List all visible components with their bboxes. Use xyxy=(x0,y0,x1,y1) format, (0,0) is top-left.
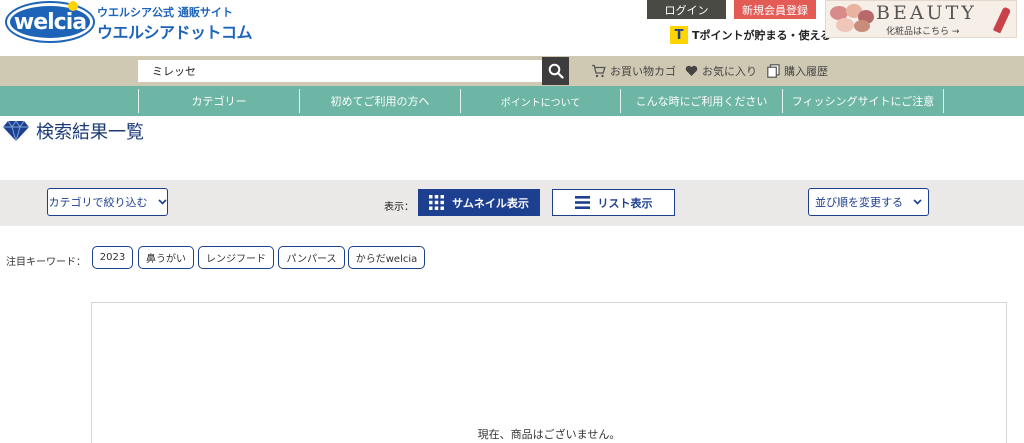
keyword-chip[interactable]: 2023 xyxy=(92,246,133,269)
favorites-link[interactable]: お気に入り xyxy=(685,63,757,79)
list-view-button[interactable]: リスト表示 xyxy=(552,189,675,216)
results-panel: 現在、商品はございません。 xyxy=(91,302,1007,443)
thumbnail-view-button[interactable]: サムネイル表示 xyxy=(418,189,540,216)
page-title: 検索結果一覧 xyxy=(36,122,144,143)
cart-link[interactable]: お買い物カゴ xyxy=(591,63,676,79)
register-button[interactable]: 新規会員登録 xyxy=(734,0,816,19)
heart-icon xyxy=(685,65,698,76)
tpoint-link[interactable]: T Tポイントが貯まる・使える xyxy=(670,26,831,44)
nav-item-phishing[interactable]: フィッシングサイトにご注意 xyxy=(782,89,943,113)
beauty-subtitle: 化粧品はこちら → xyxy=(886,27,960,37)
search-bar: お買い物カゴ お気に入り 購入履歴 xyxy=(0,56,1024,86)
keyword-chip[interactable]: 鼻うがい xyxy=(138,246,194,269)
nav-item-points[interactable]: ポイントについて xyxy=(460,89,620,113)
logo-text: welcia xyxy=(13,9,87,35)
list-icon xyxy=(574,196,590,209)
search-input[interactable] xyxy=(138,60,542,82)
history-label: 購入履歴 xyxy=(784,65,828,78)
site-name[interactable]: ウエルシアドットコム xyxy=(97,19,253,43)
purchase-history-link[interactable]: 購入履歴 xyxy=(767,63,828,79)
nav-divider xyxy=(943,89,944,113)
display-label: 表示： xyxy=(384,202,414,213)
lipstick-icon xyxy=(992,6,1012,34)
search-button[interactable] xyxy=(542,57,569,85)
category-filter-label: カテゴリで絞り込む xyxy=(48,196,148,209)
sort-label: 並び順を変更する xyxy=(815,196,903,209)
site-tagline: ウエルシア公式 通販サイト xyxy=(97,6,233,19)
beauty-banner[interactable]: BEAUTY 化粧品はこちら → xyxy=(825,0,1017,38)
keyword-chip[interactable]: レンジフード xyxy=(198,246,274,269)
tpoint-icon: T xyxy=(670,26,688,44)
login-button[interactable]: ログイン xyxy=(647,0,726,19)
cosmetics-palette-icon xyxy=(830,4,876,34)
cart-icon xyxy=(592,64,606,78)
no-results-message: 現在、商品はございません。 xyxy=(477,428,621,441)
nav-item-first-time[interactable]: 初めてご利用の方へ xyxy=(299,89,460,113)
keyword-chip[interactable]: からだwelcia xyxy=(348,246,425,269)
main-nav: カテゴリー 初めてご利用の方へ ポイントについて こんな時にご利用ください フィ… xyxy=(0,86,1024,116)
search-icon xyxy=(548,63,564,79)
page-title-block: 検索結果一覧 xyxy=(2,118,144,144)
category-filter-select[interactable]: カテゴリで絞り込む xyxy=(47,188,168,216)
cart-label: お買い物カゴ xyxy=(610,65,676,78)
results-toolbar: カテゴリで絞り込む 表示： サムネイル表示 リスト表示 並び順を変更する xyxy=(0,180,1024,226)
chevron-down-icon xyxy=(913,199,922,205)
site-header: welcia ウエルシア公式 通販サイト ウエルシアドットコム ログイン 新規会… xyxy=(0,0,1024,56)
document-icon xyxy=(767,64,780,78)
grid-icon xyxy=(429,195,445,210)
list-view-label: リスト表示 xyxy=(597,196,653,210)
beauty-title: BEAUTY xyxy=(876,2,977,24)
logo-dot xyxy=(68,1,78,11)
welcia-logo[interactable]: welcia xyxy=(7,1,93,41)
keyword-chip[interactable]: パンパース xyxy=(278,246,345,269)
sort-select[interactable]: 並び順を変更する xyxy=(808,188,929,216)
diamond-icon xyxy=(3,120,29,142)
nav-item-usage[interactable]: こんな時にご利用ください xyxy=(620,89,782,113)
tpoint-text: Tポイントが貯まる・使える xyxy=(692,29,832,42)
keywords-label: 注目キーワード： xyxy=(6,257,86,268)
nav-item-category[interactable]: カテゴリー xyxy=(138,89,299,113)
thumbnail-view-label: サムネイル表示 xyxy=(452,196,529,210)
favorites-label: お気に入り xyxy=(702,65,757,78)
chevron-down-icon xyxy=(157,199,167,205)
